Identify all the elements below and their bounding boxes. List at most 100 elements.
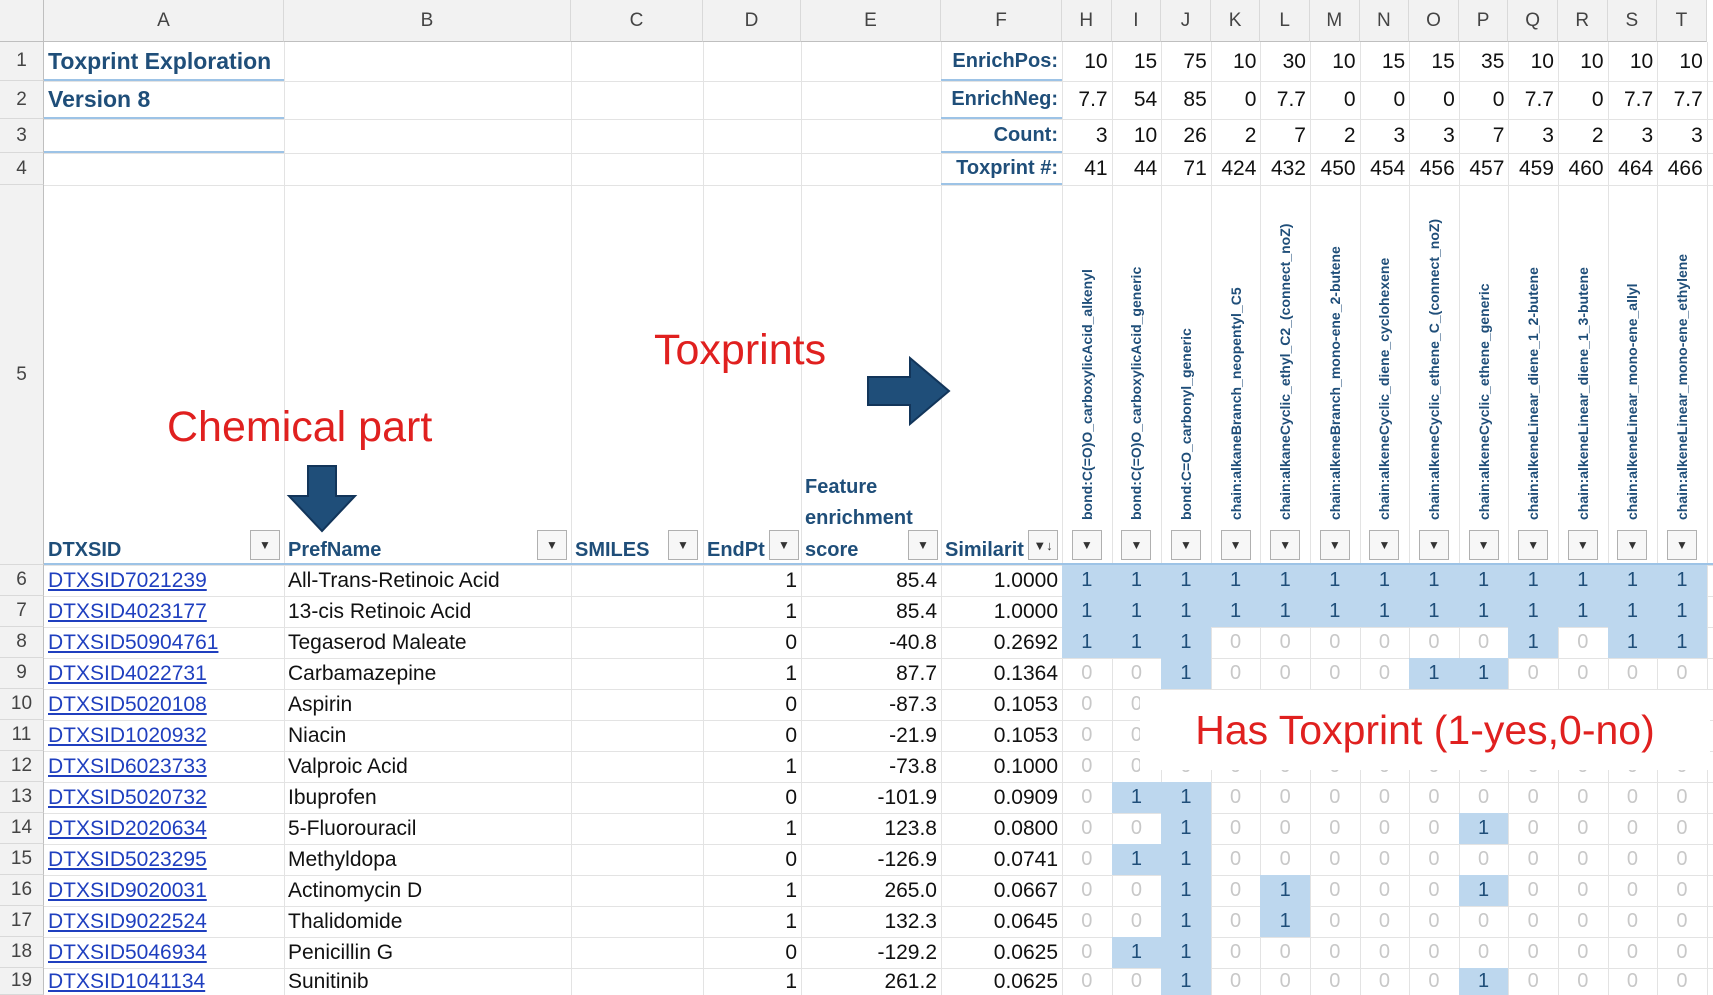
similarity-value: 0.1364 (993, 661, 1058, 685)
filter-toxprint-button[interactable]: ▼ (1121, 530, 1152, 560)
chemical-name: Methyldopa (288, 847, 397, 871)
filter-toxprint-button[interactable]: ▼ (1270, 530, 1301, 560)
dtxsid-link[interactable]: DTXSID4023177 (44, 596, 284, 627)
filter-toxprint-button[interactable]: ▼ (1567, 530, 1598, 560)
row-header-15[interactable]: 15 (0, 844, 44, 875)
dtxsid-link[interactable]: DTXSID4022731 (44, 658, 284, 689)
filter-toxprint-button[interactable]: ▼ (1518, 530, 1549, 560)
column-header-t[interactable]: T (1657, 0, 1707, 42)
toxprint-flag: 0 (1626, 879, 1638, 901)
column-header-k[interactable]: K (1210, 0, 1261, 42)
filter-toxprint-button[interactable]: ▼ (1468, 530, 1499, 560)
toxprint-flag: 0 (1676, 662, 1688, 684)
enrichneg-value: 7.7 (1673, 88, 1703, 111)
row-header-18[interactable]: 18 (0, 937, 44, 968)
toxprint-num-value: 71 (1183, 157, 1207, 180)
dtxsid-link[interactable]: DTXSID50904761 (44, 627, 284, 658)
toxprint-flag: 0 (1279, 817, 1291, 839)
column-header-f[interactable]: F (941, 0, 1062, 42)
dtxsid-link[interactable]: DTXSID2020634 (44, 813, 284, 844)
toxprint-flag: 0 (1428, 910, 1440, 932)
column-header-l[interactable]: L (1260, 0, 1310, 42)
dtxsid-link[interactable]: DTXSID7021239 (44, 565, 284, 596)
toxprint-flag: 1 (1558, 565, 1608, 596)
filter-toxprint-button[interactable]: ▼ (1071, 530, 1102, 560)
filter-feature-score-button[interactable]: ▼ (908, 530, 938, 560)
toxprint-num-value: 454 (1370, 157, 1406, 180)
toxprint-flag: 0 (1577, 631, 1589, 653)
row-header-14[interactable]: 14 (0, 813, 44, 844)
dtxsid-link[interactable]: DTXSID5046934 (44, 937, 284, 968)
column-header-c[interactable]: C (571, 0, 703, 42)
filter-dtxsid-button[interactable]: ▼ (250, 530, 280, 560)
filter-toxprint-button[interactable]: ▼ (1369, 530, 1400, 560)
row-header-13[interactable]: 13 (0, 782, 44, 813)
toxprint-flag: 0 (1329, 848, 1341, 870)
column-header-b[interactable]: B (284, 0, 571, 42)
blank-input-cell[interactable] (44, 119, 284, 153)
filter-toxprint-button[interactable]: ▼ (1617, 530, 1648, 560)
row-header-10[interactable]: 10 (0, 689, 44, 720)
column-header-q[interactable]: Q (1508, 0, 1558, 42)
toxprint-flag: 0 (1230, 910, 1242, 932)
column-header-p[interactable]: P (1458, 0, 1509, 42)
column-header-m[interactable]: M (1310, 0, 1360, 42)
dtxsid-link[interactable]: DTXSID9022524 (44, 906, 284, 937)
feature-score-value: 123.8 (884, 816, 937, 840)
row-header-3[interactable]: 3 (0, 119, 44, 153)
column-header-r[interactable]: R (1558, 0, 1608, 42)
toxprint-flag: 0 (1329, 662, 1341, 684)
row-header-19[interactable]: 19 (0, 968, 44, 995)
dtxsid-link[interactable]: DTXSID1020932 (44, 720, 284, 751)
filter-toxprint-button[interactable]: ▼ (1419, 530, 1449, 560)
enrichpos-value: 10 (1679, 49, 1703, 73)
dtxsid-link[interactable]: DTXSID9020031 (44, 875, 284, 906)
row-header-6[interactable]: 6 (0, 565, 44, 596)
row-header-16[interactable]: 16 (0, 875, 44, 906)
filter-similarity-sort-button[interactable]: ▼↓ (1028, 530, 1058, 560)
dtxsid-link[interactable]: DTXSID5020108 (44, 689, 284, 720)
row-header-2[interactable]: 2 (0, 81, 44, 119)
row-header-17[interactable]: 17 (0, 906, 44, 937)
dtxsid-link[interactable]: DTXSID1041134 (44, 968, 284, 995)
column-header-i[interactable]: I (1111, 0, 1162, 42)
select-all-corner[interactable] (0, 0, 44, 42)
filter-prefname-button[interactable]: ▼ (537, 530, 567, 560)
row-header-8[interactable]: 8 (0, 627, 44, 658)
toxprint-flag: 0 (1428, 970, 1440, 992)
row-header-1[interactable]: 1 (0, 42, 44, 81)
toxprint-flag: 0 (1279, 941, 1291, 963)
spreadsheet[interactable]: A B C D E F HIJKLMNOPQRST 1 2 3 4 5 6 7 8 9 10 11 1… (0, 0, 1713, 995)
column-header-e[interactable]: E (801, 0, 941, 42)
toxprint-flag: 0 (1626, 817, 1638, 839)
row-header-12[interactable]: 12 (0, 751, 44, 782)
feature-score-value: 261.2 (884, 969, 937, 993)
filter-toxprint-button[interactable]: ▼ (1319, 530, 1350, 560)
dtxsid-link[interactable]: DTXSID5023295 (44, 844, 284, 875)
filter-smiles-button[interactable]: ▼ (668, 530, 698, 560)
dtxsid-link[interactable]: DTXSID6023733 (44, 751, 284, 782)
row-header-11[interactable]: 11 (0, 720, 44, 751)
chevron-down-icon: ▼ (1328, 538, 1341, 552)
chemical-name: All-Trans-Retinoic Acid (288, 568, 500, 592)
row-header-7[interactable]: 7 (0, 596, 44, 627)
toxprint-flag: 0 (1279, 662, 1291, 684)
dtxsid-link[interactable]: DTXSID5020732 (44, 782, 284, 813)
column-header-h[interactable]: H (1062, 0, 1112, 42)
column-header-o[interactable]: O (1409, 0, 1459, 42)
column-header-a[interactable]: A (44, 0, 284, 42)
toxprint-flag: 0 (1329, 631, 1341, 653)
row-header-9[interactable]: 9 (0, 658, 44, 689)
row-header-4[interactable]: 4 (0, 153, 44, 185)
filter-toxprint-button[interactable]: ▼ (1220, 530, 1251, 560)
toxprint-flag: 0 (1527, 879, 1539, 901)
filter-endpt-button[interactable]: ▼ (769, 530, 799, 560)
column-header-s[interactable]: S (1607, 0, 1658, 42)
column-header-n[interactable]: N (1359, 0, 1410, 42)
column-header-d[interactable]: D (703, 0, 801, 42)
filter-toxprint-button[interactable]: ▼ (1171, 530, 1201, 560)
filter-toxprint-button[interactable]: ▼ (1667, 530, 1697, 560)
column-header-j[interactable]: J (1161, 0, 1211, 42)
header-feature-line2: enrichment (805, 506, 913, 529)
endpoint-value: 0 (785, 630, 797, 654)
